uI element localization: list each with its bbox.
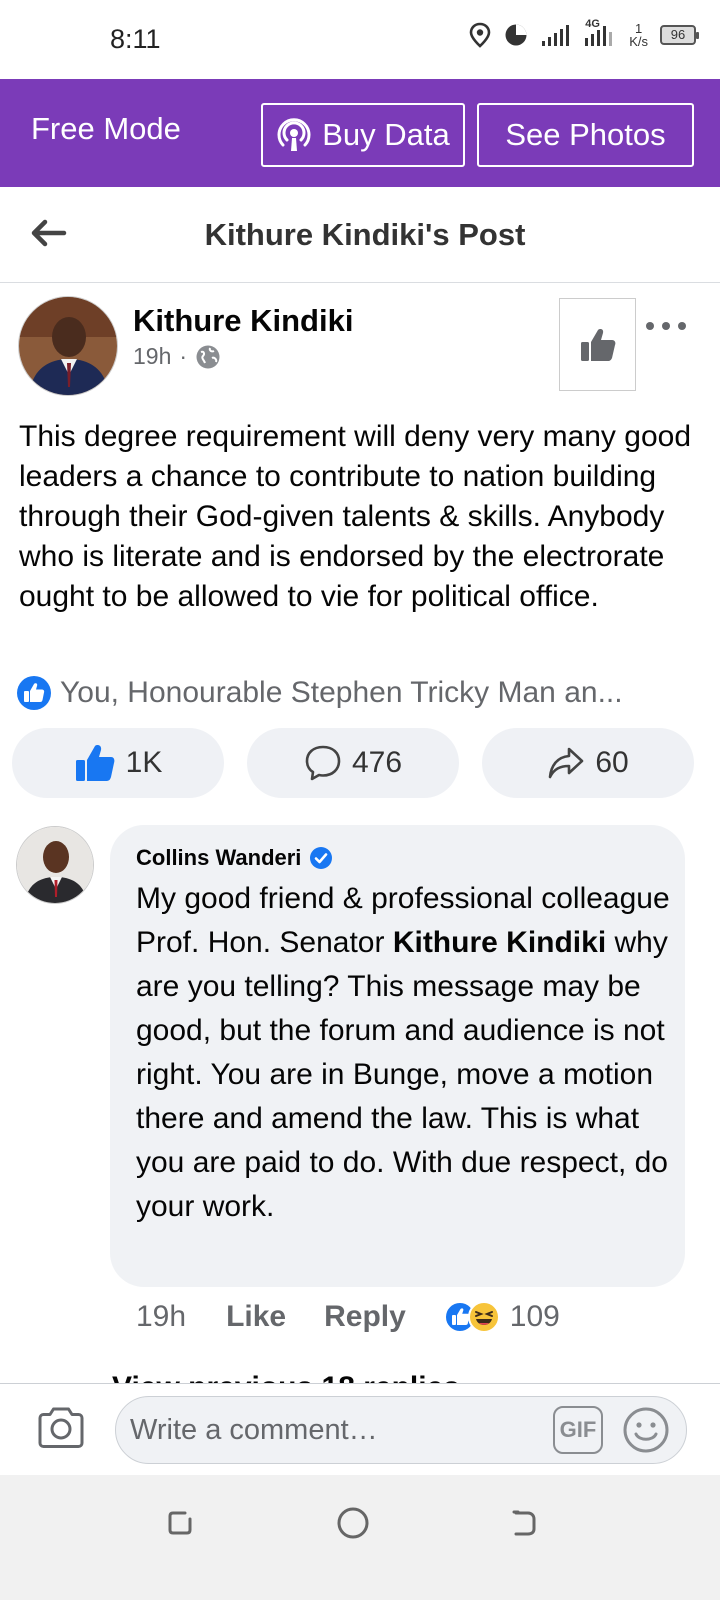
back-nav-icon[interactable]: [506, 1505, 542, 1541]
location-icon: [469, 22, 491, 48]
buy-data-button[interactable]: Buy Data: [261, 103, 465, 167]
comment-text-after: why are you telling? This message may be…: [136, 926, 668, 1223]
thumbs-up-icon: [75, 745, 115, 781]
like-button[interactable]: 1K: [12, 728, 224, 798]
thumbs-up-icon: [580, 328, 615, 361]
post-text: This degree requirement will deny very m…: [19, 420, 691, 613]
comment-icon: [305, 745, 341, 781]
comment-reaction-count: 109: [509, 1300, 560, 1333]
view-previous-replies-link[interactable]: View previous 18 replies: [112, 1366, 460, 1384]
comment-actions: 19h Like Reply 109: [136, 1300, 560, 1334]
gif-button[interactable]: GIF: [553, 1406, 603, 1454]
like-reaction-icon: [17, 676, 51, 710]
camera-icon[interactable]: [36, 1406, 86, 1450]
signal-4g-icon: 4G: [583, 18, 617, 48]
like-count: 1K: [125, 746, 163, 779]
verified-badge-icon: [310, 847, 333, 869]
meta-separator: ·: [179, 343, 188, 369]
system-nav-bar: [0, 1475, 720, 1600]
see-photos-button[interactable]: See Photos: [477, 103, 694, 167]
comment-like-button[interactable]: Like: [226, 1300, 286, 1334]
like-page-button[interactable]: [559, 298, 636, 391]
recent-apps-icon[interactable]: [162, 1505, 198, 1541]
globe-icon: [196, 345, 220, 368]
reactions-summary[interactable]: You, Honourable Stephen Tricky Man an...: [16, 675, 706, 711]
broadcast-icon: [277, 118, 311, 151]
commenter-name[interactable]: Collins Wanderi: [136, 845, 301, 871]
emoji-smile-icon[interactable]: [621, 1405, 671, 1455]
comment-reply-button[interactable]: Reply: [324, 1300, 406, 1334]
author-avatar[interactable]: [18, 296, 118, 396]
share-icon: [549, 747, 584, 779]
status-bar: 8:11 4G 1 K/s 96: [0, 0, 720, 80]
commenter-name-row: Collins Wanderi: [136, 845, 333, 871]
buy-data-label: Buy Data: [322, 117, 450, 152]
comment-mention[interactable]: Kithure Kindiki: [393, 926, 606, 959]
comment-bubble: Collins Wanderi My good friend & profess…: [110, 825, 685, 1287]
post-age: 19h: [133, 343, 172, 369]
comment-button[interactable]: 476: [247, 728, 459, 798]
page-header: Kithure Kindiki's Post: [0, 187, 720, 283]
battery-indicator: 96: [660, 25, 699, 45]
comment-age: 19h: [136, 1300, 187, 1333]
comment-input[interactable]: [130, 1407, 550, 1453]
free-mode-banner: Free Mode Buy Data See Photos: [0, 79, 720, 187]
page-title: Kithure Kindiki's Post: [204, 217, 526, 252]
share-button[interactable]: 60: [482, 728, 694, 798]
status-time: 8:11: [110, 24, 161, 54]
signal-icon: [542, 25, 570, 46]
post-author-name[interactable]: Kithure Kindiki: [133, 303, 353, 339]
comment-input-wrapper: GIF: [115, 1396, 687, 1464]
commenter-avatar[interactable]: [16, 826, 94, 904]
data-saver-icon: [505, 24, 527, 46]
comment-text: My good friend & professional colleague …: [136, 877, 671, 1229]
network-speed: 1 K/s: [629, 22, 648, 48]
haha-reaction-icon: [467, 1301, 500, 1333]
comment-count: 476: [351, 746, 403, 779]
share-count: 60: [595, 746, 629, 779]
more-options-icon[interactable]: [646, 316, 686, 336]
network-speed-unit: K/s: [629, 34, 648, 49]
home-circle-icon[interactable]: [335, 1505, 371, 1541]
see-photos-label: See Photos: [505, 117, 666, 152]
reaction-icons: [443, 1301, 500, 1333]
free-mode-label: Free Mode: [31, 111, 181, 146]
post-meta: 19h ·: [133, 343, 221, 370]
comment-reactions[interactable]: 109: [443, 1300, 560, 1334]
status-icons: 4G 1 K/s 96: [469, 18, 699, 48]
comment-composer: GIF: [0, 1383, 720, 1475]
reactors-text: You, Honourable Stephen Tricky Man an...: [60, 676, 623, 709]
